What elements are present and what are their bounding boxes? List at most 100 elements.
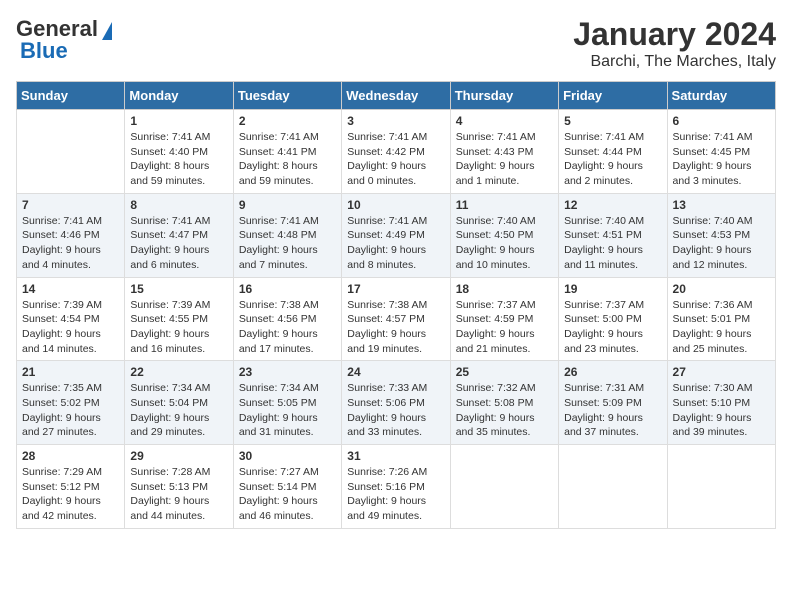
daylight-text: Daylight: 9 hours bbox=[239, 411, 336, 426]
sunrise-text: Sunrise: 7:41 AM bbox=[130, 130, 227, 145]
daylight-text: and 10 minutes. bbox=[456, 258, 553, 273]
calendar-cell: 28Sunrise: 7:29 AMSunset: 5:12 PMDayligh… bbox=[17, 445, 125, 529]
calendar-week-row: 7Sunrise: 7:41 AMSunset: 4:46 PMDaylight… bbox=[17, 193, 776, 277]
sunset-text: Sunset: 4:42 PM bbox=[347, 145, 444, 160]
daylight-text: Daylight: 9 hours bbox=[347, 411, 444, 426]
sunrise-text: Sunrise: 7:41 AM bbox=[673, 130, 770, 145]
day-number: 2 bbox=[239, 114, 336, 128]
calendar-week-row: 28Sunrise: 7:29 AMSunset: 5:12 PMDayligh… bbox=[17, 445, 776, 529]
calendar-cell: 8Sunrise: 7:41 AMSunset: 4:47 PMDaylight… bbox=[125, 193, 233, 277]
daylight-text: Daylight: 9 hours bbox=[347, 159, 444, 174]
sunset-text: Sunset: 5:06 PM bbox=[347, 396, 444, 411]
calendar-cell: 1Sunrise: 7:41 AMSunset: 4:40 PMDaylight… bbox=[125, 110, 233, 194]
calendar-cell: 15Sunrise: 7:39 AMSunset: 4:55 PMDayligh… bbox=[125, 277, 233, 361]
day-number: 29 bbox=[130, 449, 227, 463]
sunrise-text: Sunrise: 7:31 AM bbox=[564, 381, 661, 396]
daylight-text: and 3 minutes. bbox=[673, 174, 770, 189]
sunrise-text: Sunrise: 7:32 AM bbox=[456, 381, 553, 396]
sunset-text: Sunset: 4:45 PM bbox=[673, 145, 770, 160]
day-number: 23 bbox=[239, 365, 336, 379]
sunrise-text: Sunrise: 7:38 AM bbox=[347, 298, 444, 313]
sunset-text: Sunset: 5:01 PM bbox=[673, 312, 770, 327]
day-number: 5 bbox=[564, 114, 661, 128]
daylight-text: Daylight: 9 hours bbox=[673, 243, 770, 258]
day-number: 9 bbox=[239, 198, 336, 212]
sunrise-text: Sunrise: 7:38 AM bbox=[239, 298, 336, 313]
day-number: 12 bbox=[564, 198, 661, 212]
sunset-text: Sunset: 5:12 PM bbox=[22, 480, 119, 495]
sunset-text: Sunset: 5:10 PM bbox=[673, 396, 770, 411]
calendar-cell bbox=[17, 110, 125, 194]
sunset-text: Sunset: 5:05 PM bbox=[239, 396, 336, 411]
sunrise-text: Sunrise: 7:39 AM bbox=[130, 298, 227, 313]
daylight-text: Daylight: 9 hours bbox=[564, 411, 661, 426]
calendar-cell bbox=[559, 445, 667, 529]
day-number: 27 bbox=[673, 365, 770, 379]
sunrise-text: Sunrise: 7:34 AM bbox=[239, 381, 336, 396]
calendar-cell: 19Sunrise: 7:37 AMSunset: 5:00 PMDayligh… bbox=[559, 277, 667, 361]
calendar-cell: 31Sunrise: 7:26 AMSunset: 5:16 PMDayligh… bbox=[342, 445, 450, 529]
calendar-week-row: 21Sunrise: 7:35 AMSunset: 5:02 PMDayligh… bbox=[17, 361, 776, 445]
day-number: 22 bbox=[130, 365, 227, 379]
sunrise-text: Sunrise: 7:35 AM bbox=[22, 381, 119, 396]
daylight-text: and 7 minutes. bbox=[239, 258, 336, 273]
day-number: 28 bbox=[22, 449, 119, 463]
day-number: 17 bbox=[347, 282, 444, 296]
sunrise-text: Sunrise: 7:36 AM bbox=[673, 298, 770, 313]
daylight-text: and 0 minutes. bbox=[347, 174, 444, 189]
page-header: General Blue January 2024 Barchi, The Ma… bbox=[16, 16, 776, 71]
daylight-text: Daylight: 9 hours bbox=[673, 327, 770, 342]
daylight-text: and 11 minutes. bbox=[564, 258, 661, 273]
daylight-text: and 46 minutes. bbox=[239, 509, 336, 524]
sunrise-text: Sunrise: 7:33 AM bbox=[347, 381, 444, 396]
daylight-text: Daylight: 9 hours bbox=[673, 159, 770, 174]
sunrise-text: Sunrise: 7:39 AM bbox=[22, 298, 119, 313]
day-number: 6 bbox=[673, 114, 770, 128]
calendar-cell: 10Sunrise: 7:41 AMSunset: 4:49 PMDayligh… bbox=[342, 193, 450, 277]
calendar-cell: 23 Sunrise: 7:34 AMSunset: 5:05 PMDayligh… bbox=[233, 361, 341, 445]
daylight-text: and 16 minutes. bbox=[130, 342, 227, 357]
sunset-text: Sunset: 5:02 PM bbox=[22, 396, 119, 411]
daylight-text: Daylight: 9 hours bbox=[456, 243, 553, 258]
sunset-text: Sunset: 5:16 PM bbox=[347, 480, 444, 495]
sunset-text: Sunset: 4:55 PM bbox=[130, 312, 227, 327]
daylight-text: Daylight: 9 hours bbox=[456, 411, 553, 426]
calendar-cell: 29Sunrise: 7:28 AMSunset: 5:13 PMDayligh… bbox=[125, 445, 233, 529]
sunrise-text: Sunrise: 7:41 AM bbox=[22, 214, 119, 229]
calendar-cell: 4Sunrise: 7:41 AMSunset: 4:43 PMDaylight… bbox=[450, 110, 558, 194]
calendar-cell: 5Sunrise: 7:41 AMSunset: 4:44 PMDaylight… bbox=[559, 110, 667, 194]
calendar-cell: 30Sunrise: 7:27 AMSunset: 5:14 PMDayligh… bbox=[233, 445, 341, 529]
sunset-text: Sunset: 4:46 PM bbox=[22, 228, 119, 243]
sunset-text: Sunset: 4:51 PM bbox=[564, 228, 661, 243]
sunset-text: Sunset: 4:56 PM bbox=[239, 312, 336, 327]
sunrise-text: Sunrise: 7:26 AM bbox=[347, 465, 444, 480]
sunrise-text: Sunrise: 7:30 AM bbox=[673, 381, 770, 396]
daylight-text: Daylight: 9 hours bbox=[347, 327, 444, 342]
day-number: 20 bbox=[673, 282, 770, 296]
sunrise-text: Sunrise: 7:37 AM bbox=[456, 298, 553, 313]
daylight-text: and 2 minutes. bbox=[564, 174, 661, 189]
sunset-text: Sunset: 4:40 PM bbox=[130, 145, 227, 160]
day-number: 3 bbox=[347, 114, 444, 128]
title-block: January 2024 Barchi, The Marches, Italy bbox=[573, 16, 776, 71]
daylight-text: and 59 minutes. bbox=[239, 174, 336, 189]
daylight-text: and 49 minutes. bbox=[347, 509, 444, 524]
calendar-weekday-thursday: Thursday bbox=[450, 82, 558, 110]
day-number: 11 bbox=[456, 198, 553, 212]
calendar-cell: 18Sunrise: 7:37 AMSunset: 4:59 PMDayligh… bbox=[450, 277, 558, 361]
daylight-text: Daylight: 9 hours bbox=[130, 327, 227, 342]
daylight-text: Daylight: 9 hours bbox=[347, 243, 444, 258]
calendar-header-row: SundayMondayTuesdayWednesdayThursdayFrid… bbox=[17, 82, 776, 110]
daylight-text: Daylight: 9 hours bbox=[564, 327, 661, 342]
sunset-text: Sunset: 5:13 PM bbox=[130, 480, 227, 495]
sunrise-text: Sunrise: 7:37 AM bbox=[564, 298, 661, 313]
calendar-cell: 6 Sunrise: 7:41 AMSunset: 4:45 PMDaylight… bbox=[667, 110, 775, 194]
logo: General Blue bbox=[16, 16, 112, 64]
calendar-cell: 3Sunrise: 7:41 AMSunset: 4:42 PMDaylight… bbox=[342, 110, 450, 194]
sunrise-text: Sunrise: 7:41 AM bbox=[130, 214, 227, 229]
sunset-text: Sunset: 4:44 PM bbox=[564, 145, 661, 160]
calendar-cell bbox=[450, 445, 558, 529]
calendar-cell: 12Sunrise: 7:40 AMSunset: 4:51 PMDayligh… bbox=[559, 193, 667, 277]
day-number: 16 bbox=[239, 282, 336, 296]
sunrise-text: Sunrise: 7:28 AM bbox=[130, 465, 227, 480]
